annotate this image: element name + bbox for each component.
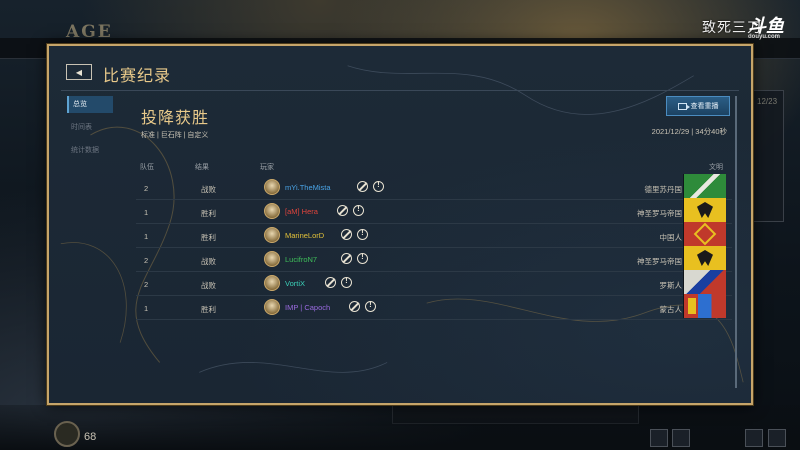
column-header-player: 玩家 <box>260 164 274 171</box>
player-actions <box>341 228 368 240</box>
result-title: 投降获胜 <box>141 110 210 127</box>
nav-item-stats[interactable]: 统计数据 <box>67 142 113 159</box>
player-name[interactable]: LucifroN7 <box>285 255 317 264</box>
scrollbar[interactable] <box>735 96 737 388</box>
civilization-flag <box>683 198 726 222</box>
nav-item-overview[interactable]: 总览 <box>67 96 113 113</box>
report-icon[interactable] <box>357 228 368 240</box>
civilization-flag <box>683 294 726 318</box>
player-name[interactable]: mYi.TheMista <box>285 183 331 192</box>
column-header-civ: 文明 <box>709 164 723 171</box>
team-number: 1 <box>144 208 149 217</box>
chevron-left-icon: ◀ <box>75 67 83 77</box>
civilization-flag <box>683 174 726 198</box>
game-hud-bottom: 68 <box>0 405 800 450</box>
team-number: 2 <box>144 256 149 265</box>
player-actions <box>357 180 384 192</box>
player-avatar[interactable] <box>264 275 280 291</box>
team-number: 1 <box>144 232 149 241</box>
block-icon[interactable] <box>337 205 348 216</box>
match-record-dialog: ◀ 比赛纪录 总览 时间表 统计数据 投降获胜 标准 | 巨石阵 | 自定义 查… <box>47 44 753 405</box>
match-settings: 标准 | 巨石阵 | 自定义 <box>141 132 209 139</box>
watermark-logo-sub: douyu.com <box>748 34 781 40</box>
report-icon[interactable] <box>365 300 376 312</box>
stream-watermark-logo: 斗鱼 douyu.com <box>744 12 788 40</box>
column-header-team: 队伍 <box>140 164 154 171</box>
watch-replay-button[interactable]: 查看重播 <box>666 96 730 116</box>
back-button[interactable]: ◀ <box>66 64 92 80</box>
civilization-name: 蒙古人 <box>659 305 683 314</box>
report-icon[interactable] <box>357 252 368 264</box>
player-actions <box>325 276 352 288</box>
side-panel-text: 12/23 <box>757 97 778 106</box>
civilization-name: 德里苏丹国 <box>644 185 683 194</box>
report-icon[interactable] <box>373 180 384 192</box>
player-actions <box>341 252 368 264</box>
match-result: 胜利 <box>201 233 216 242</box>
block-icon[interactable] <box>357 181 368 192</box>
match-result: 战败 <box>201 185 216 194</box>
match-result: 胜利 <box>201 209 216 218</box>
camera-icon <box>677 102 690 110</box>
match-result: 战败 <box>201 281 216 290</box>
player-row[interactable]: 1 胜利 MarineLorD 中国人 <box>136 222 732 248</box>
civilization-name: 罗斯人 <box>659 281 683 290</box>
eagle-emblem-icon <box>697 250 713 266</box>
eagle-emblem-icon <box>697 202 713 218</box>
hud-button[interactable] <box>768 429 786 447</box>
hud-button[interactable] <box>745 429 763 447</box>
player-actions <box>337 204 364 216</box>
player-avatar[interactable] <box>264 251 280 267</box>
player-name[interactable]: IMP | Capoch <box>285 303 330 312</box>
player-actions <box>349 300 376 312</box>
block-icon[interactable] <box>341 229 352 240</box>
player-name[interactable]: MarineLorD <box>285 231 324 240</box>
block-icon[interactable] <box>341 253 352 264</box>
civilization-flag <box>683 222 726 246</box>
game-side-panel: 12/23 <box>752 90 784 222</box>
nav-item-timeline[interactable]: 时间表 <box>67 119 113 136</box>
civilization-flag <box>683 246 726 270</box>
match-result: 战败 <box>201 257 216 266</box>
header-divider <box>61 90 739 91</box>
player-row[interactable]: 1 胜利 IMP | Capoch 蒙古人 <box>136 294 732 320</box>
hud-button[interactable] <box>650 429 668 447</box>
match-date-duration: 2021/12/29 | 34分40秒 <box>651 127 727 136</box>
report-icon[interactable] <box>353 204 364 216</box>
civilization-flag <box>683 270 726 294</box>
hud-button[interactable] <box>672 429 690 447</box>
player-avatar[interactable] <box>264 203 280 219</box>
hud-value: 68 <box>84 431 97 443</box>
civilization-name: 神圣罗马帝国 <box>637 209 682 218</box>
player-row[interactable]: 2 战败 mYi.TheMista 德里苏丹国 <box>136 174 732 200</box>
civilization-name: 神圣罗马帝国 <box>637 257 682 266</box>
side-nav: 总览 时间表 统计数据 <box>67 96 113 165</box>
soyombo-emblem-icon <box>688 298 696 314</box>
civilization-name: 中国人 <box>659 233 683 242</box>
watch-replay-label: 查看重播 <box>690 103 719 110</box>
player-avatar[interactable] <box>264 179 280 195</box>
player-row[interactable]: 2 战败 LucifroN7 神圣罗马帝国 <box>136 246 732 272</box>
game-logo: AGE <box>66 22 113 42</box>
block-icon[interactable] <box>349 301 360 312</box>
match-result: 胜利 <box>201 305 216 314</box>
player-row[interactable]: 1 胜利 [aM] Hera 神圣罗马帝国 <box>136 198 732 224</box>
team-number: 2 <box>144 280 149 289</box>
player-avatar[interactable] <box>264 299 280 315</box>
dialog-title: 比赛纪录 <box>103 68 172 85</box>
player-row[interactable]: 2 战败 VortiX 罗斯人 <box>136 270 732 296</box>
player-name[interactable]: VortiX <box>285 279 305 288</box>
report-icon[interactable] <box>341 276 352 288</box>
player-table: 2 战败 mYi.TheMista 德里苏丹国 1 胜利 [aM] Hera 神圣罗马帝国 1 胜… <box>136 174 732 320</box>
team-number: 1 <box>144 304 149 313</box>
team-number: 2 <box>144 184 149 193</box>
knot-emblem-icon <box>693 222 717 246</box>
hud-age-icon <box>54 421 80 447</box>
block-icon[interactable] <box>325 277 336 288</box>
column-header-result: 结果 <box>195 164 209 171</box>
player-avatar[interactable] <box>264 227 280 243</box>
player-name[interactable]: [aM] Hera <box>285 207 318 216</box>
